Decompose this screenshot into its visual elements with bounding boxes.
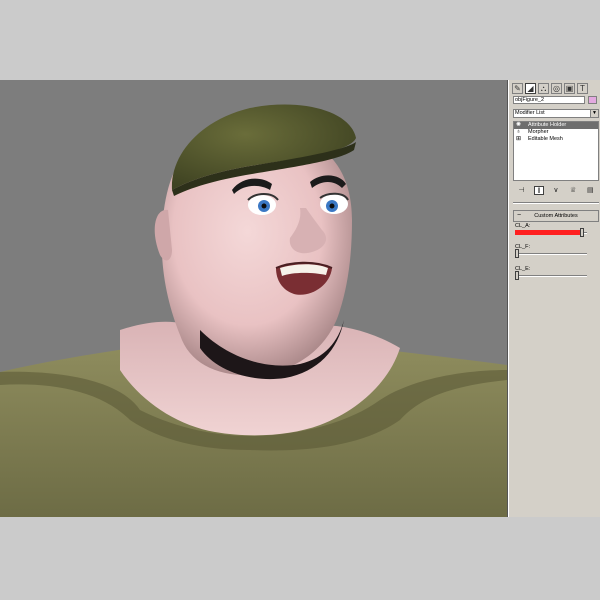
remove-modifier-icon[interactable]: ♕ [568,186,578,195]
slider-label: CL_E: [515,266,531,272]
stack-toolbar: ⊣ ‖ ∨ ♕ ▤ [513,185,599,195]
perspective-viewport[interactable] [0,80,508,517]
top-margin [0,0,600,80]
panel-divider [513,202,599,204]
bottom-margin [0,517,600,600]
command-panel-tabs: ✎ ◢ ⛬ ◎ ▣ T [512,83,588,95]
slider-thumb[interactable] [580,228,584,237]
modifier-list-dropdown[interactable]: Modifier List ▼ [513,109,599,118]
modifier-stack: ✺ Attribute Holder ♁ Morpher ⊞ Editable … [513,121,599,181]
modify-tab-icon[interactable]: ◢ [525,83,536,94]
slider-groove [515,253,587,255]
modifier-list-label: Modifier List [515,110,545,116]
pin-stack-icon[interactable]: ⊣ [517,186,527,195]
stack-item-label: Editable Mesh [528,136,563,142]
command-panel: ✎ ◢ ⛬ ◎ ▣ T objFigure_2 Modifier List ▼ … [508,80,600,517]
character-render [0,104,507,517]
slider-label: CL_F: [515,244,530,250]
bulb-icon[interactable]: ✺ [516,122,521,128]
slider-cl-e: CL_E: [515,266,595,280]
motion-tab-icon[interactable]: ◎ [551,83,562,94]
dropdown-arrow-icon[interactable]: ▼ [590,110,598,117]
stack-item-label: Attribute Holder [528,122,567,128]
custom-attributes-rollout[interactable]: − Custom Attributes [513,210,599,222]
hierarchy-tab-icon[interactable]: ⛬ [538,83,549,94]
stack-item-editable-mesh[interactable]: ⊞ Editable Mesh [514,136,598,143]
stack-item-label: Morpher [528,129,549,135]
slider-cl-a: CL_A: [515,223,595,237]
collapse-icon[interactable]: − [517,211,521,220]
stack-item-attribute-holder[interactable]: ✺ Attribute Holder [514,122,598,129]
make-unique-icon[interactable]: ∨ [551,186,561,195]
configure-sets-icon[interactable]: ▤ [585,186,595,195]
slider-track[interactable] [515,228,587,237]
slider-thumb[interactable] [515,249,519,258]
display-tab-icon[interactable]: ▣ [564,83,575,94]
slider-thumb[interactable] [515,271,519,280]
bulb-icon[interactable]: ♁ [516,129,521,135]
object-name-field[interactable]: objFigure_2 [513,96,585,104]
object-name-row: objFigure_2 [513,96,599,105]
slider-track[interactable] [515,271,587,280]
show-end-result-icon[interactable]: ‖ [533,185,544,195]
slider-fill [515,230,580,235]
object-color-swatch[interactable] [588,96,597,104]
plus-box-icon[interactable]: ⊞ [516,136,521,142]
slider-cl-f: CL_F: [515,244,595,258]
stack-item-morpher[interactable]: ♁ Morpher [514,129,598,136]
slider-track[interactable] [515,249,587,258]
rollout-title: Custom Attributes [534,213,578,219]
utilities-tab-icon[interactable]: T [577,83,588,94]
slider-groove [515,275,587,277]
create-tab-icon[interactable]: ✎ [512,83,523,94]
